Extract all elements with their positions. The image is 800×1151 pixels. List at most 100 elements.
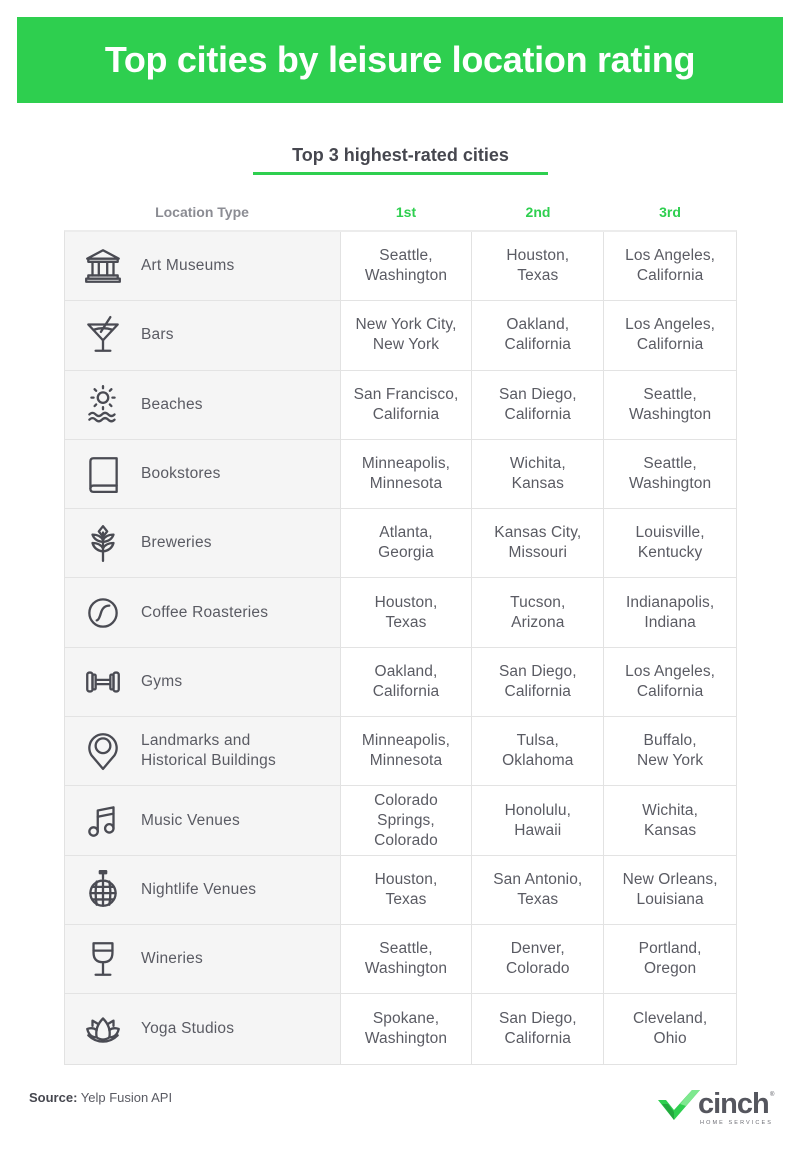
header-second: 2nd bbox=[525, 204, 551, 220]
ranking-table: Art Museums Seattle, Washington Houston,… bbox=[64, 230, 737, 1065]
location-type-label: Art Museums bbox=[141, 257, 235, 275]
city-second: Oakland, California bbox=[472, 301, 605, 370]
table-row: Wineries Seattle, Washington Denver, Col… bbox=[65, 924, 737, 995]
city-first: Seattle, Washington bbox=[340, 232, 473, 301]
table-row: Yoga Studios Spokane, Washington San Die… bbox=[65, 994, 737, 1064]
city-third: Los Angeles, California bbox=[604, 232, 737, 301]
city-third: Buffalo, New York bbox=[604, 717, 737, 786]
city-first: Oakland, California bbox=[340, 647, 473, 717]
location-type-cell: Breweries bbox=[65, 509, 341, 578]
location-type-cell: Coffee Roasteries bbox=[65, 578, 341, 647]
logo-subtitle: HOME SERVICES bbox=[700, 1120, 774, 1126]
wine-glass-icon bbox=[65, 938, 141, 980]
dumbbell-icon bbox=[65, 661, 141, 703]
location-type-label: Nightlife Venues bbox=[141, 880, 257, 898]
map-pin-icon bbox=[65, 730, 141, 772]
city-third: Seattle, Washington bbox=[604, 370, 737, 439]
city-second: Houston, Texas bbox=[472, 232, 605, 301]
city-first: Colorado Springs, Colorado bbox=[340, 786, 473, 855]
location-type-label: Bookstores bbox=[141, 465, 221, 483]
coffee-bean-icon bbox=[65, 592, 141, 634]
city-third: New Orleans, Louisiana bbox=[604, 855, 737, 924]
logo-wordmark: cinch bbox=[698, 1088, 770, 1120]
lotus-icon bbox=[65, 1008, 141, 1050]
table-row: Bars New York City, New York Oakland, Ca… bbox=[65, 301, 737, 371]
city-first: Houston, Texas bbox=[340, 578, 473, 647]
header-first: 1st bbox=[395, 204, 417, 220]
location-type-label: Yoga Studios bbox=[141, 1019, 235, 1037]
location-type-label: Landmarks and Historical Buildings bbox=[141, 732, 276, 770]
sun-waves-icon bbox=[65, 384, 141, 426]
table-row: Nightlife Venues Houston, Texas San Anto… bbox=[65, 855, 737, 925]
table-row: Music Venues Colorado Springs, Colorado … bbox=[65, 786, 737, 856]
city-third: Indianapolis, Indiana bbox=[604, 578, 737, 647]
cinch-logo: cinch ® HOME SERVICES bbox=[658, 1086, 778, 1130]
checkmark-logo-icon bbox=[658, 1090, 700, 1120]
city-second: Wichita, Kansas bbox=[472, 439, 605, 509]
title-banner: Top cities by leisure location rating bbox=[17, 17, 783, 103]
city-second: Tucson, Arizona bbox=[472, 578, 605, 647]
subtitle: Top 3 highest-rated cities bbox=[292, 145, 509, 165]
city-third: Los Angeles, California bbox=[604, 647, 737, 717]
city-first: Seattle, Washington bbox=[340, 924, 473, 994]
wheat-icon bbox=[65, 522, 141, 564]
location-type-label: Breweries bbox=[141, 534, 212, 552]
city-first: San Francisco, California bbox=[340, 370, 473, 439]
location-type-cell: Yoga Studios bbox=[65, 994, 341, 1064]
source-note: Source: Yelp Fusion API bbox=[29, 1090, 172, 1105]
city-third: Los Angeles, California bbox=[604, 301, 737, 370]
location-type-cell: Beaches bbox=[65, 370, 341, 439]
city-first: Spokane, Washington bbox=[340, 994, 473, 1064]
cocktail-icon bbox=[65, 314, 141, 356]
city-first: Minneapolis, Minnesota bbox=[340, 717, 473, 786]
city-second: San Diego, California bbox=[472, 370, 605, 439]
location-type-label: Bars bbox=[141, 326, 174, 344]
location-type-cell: Wineries bbox=[65, 924, 341, 994]
city-third: Cleveland, Ohio bbox=[604, 994, 737, 1064]
city-third: Louisville, Kentucky bbox=[604, 509, 737, 578]
city-second: Tulsa, Oklahoma bbox=[472, 717, 605, 786]
source-text: Yelp Fusion API bbox=[77, 1090, 173, 1105]
city-second: Kansas City, Missouri bbox=[472, 509, 605, 578]
location-type-cell: Landmarks and Historical Buildings bbox=[65, 717, 341, 786]
table-row: Art Museums Seattle, Washington Houston,… bbox=[65, 232, 737, 302]
subtitle-block: Top 3 highest-rated cities bbox=[253, 140, 548, 175]
location-type-label: Coffee Roasteries bbox=[141, 603, 269, 621]
city-second: Denver, Colorado bbox=[472, 924, 605, 994]
city-second: San Diego, California bbox=[472, 994, 605, 1064]
table-row: Gyms Oakland, California San Diego, Cali… bbox=[65, 647, 737, 718]
city-first: Minneapolis, Minnesota bbox=[340, 439, 473, 509]
city-first: Atlanta, Georgia bbox=[340, 509, 473, 578]
table-row: Beaches San Francisco, California San Di… bbox=[65, 370, 737, 440]
table-row: Coffee Roasteries Houston, Texas Tucson,… bbox=[65, 578, 737, 648]
book-icon bbox=[65, 453, 141, 495]
city-first: Houston, Texas bbox=[340, 855, 473, 924]
location-type-cell: Bookstores bbox=[65, 439, 341, 509]
city-second: San Antonio, Texas bbox=[472, 855, 605, 924]
location-type-label: Gyms bbox=[141, 672, 183, 690]
table-row: Breweries Atlanta, Georgia Kansas City, … bbox=[65, 509, 737, 579]
city-third: Portland, Oregon bbox=[604, 924, 737, 994]
location-type-label: Wineries bbox=[141, 950, 203, 968]
museum-icon bbox=[65, 245, 141, 287]
subtitle-underline bbox=[253, 172, 548, 175]
table-row: Bookstores Minneapolis, Minnesota Wichit… bbox=[65, 439, 737, 510]
logo-registered: ® bbox=[770, 1092, 775, 1098]
location-type-cell: Bars bbox=[65, 301, 341, 370]
city-third: Wichita, Kansas bbox=[604, 786, 737, 855]
header-third: 3rd bbox=[659, 204, 681, 220]
city-second: San Diego, California bbox=[472, 647, 605, 717]
location-type-cell: Music Venues bbox=[65, 786, 341, 855]
city-first: New York City, New York bbox=[340, 301, 473, 370]
music-note-icon bbox=[65, 800, 141, 842]
column-headers: Location Type 1st 2nd 3rd bbox=[64, 200, 737, 224]
header-location-type: Location Type bbox=[155, 204, 249, 220]
city-second: Honolulu, Hawaii bbox=[472, 786, 605, 855]
disco-ball-icon bbox=[65, 869, 141, 911]
location-type-label: Beaches bbox=[141, 395, 203, 413]
location-type-cell: Gyms bbox=[65, 647, 341, 717]
source-label: Source: bbox=[29, 1090, 78, 1105]
location-type-label: Music Venues bbox=[141, 811, 240, 829]
location-type-cell: Nightlife Venues bbox=[65, 855, 341, 924]
city-third: Seattle, Washington bbox=[604, 439, 737, 509]
